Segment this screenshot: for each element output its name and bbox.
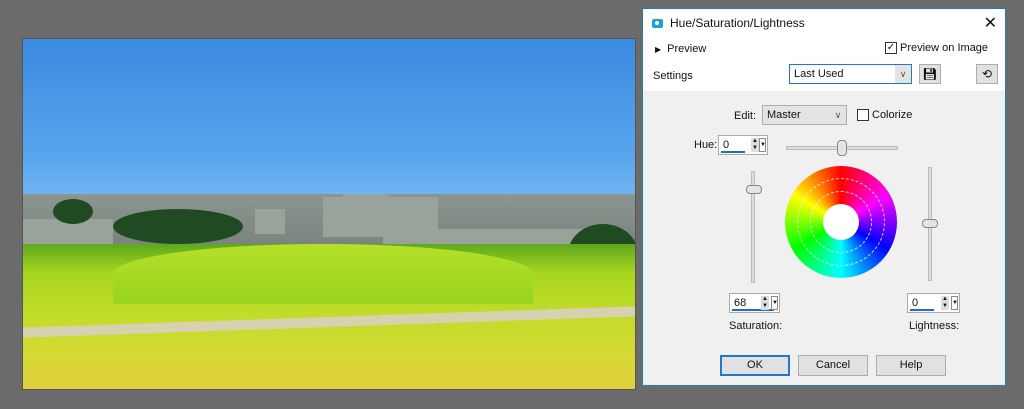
close-icon[interactable]: ✕ bbox=[984, 13, 997, 33]
dropdown-arrow-icon[interactable]: ▼ bbox=[759, 138, 766, 152]
preview-on-image-label: Preview on Image bbox=[900, 42, 989, 54]
hue-slider-thumb[interactable] bbox=[837, 140, 847, 156]
ok-button[interactable]: OK bbox=[720, 355, 790, 376]
lightness-value: 0 bbox=[912, 297, 919, 309]
dropdown-arrow-icon[interactable]: ▼ bbox=[771, 296, 778, 310]
colorize-label: Colorize bbox=[872, 109, 913, 121]
hsl-app-icon bbox=[652, 18, 663, 28]
checkbox-checked-icon: ✓ bbox=[885, 42, 897, 55]
trees bbox=[113, 209, 243, 244]
castle-top bbox=[343, 194, 388, 209]
hsl-dialog: Hue/Saturation/Lightness ✕ ▶ Preview ✓ Pre… bbox=[642, 8, 1006, 386]
settings-value: Last Used bbox=[794, 68, 844, 80]
hill bbox=[113, 244, 533, 304]
image-canvas bbox=[22, 38, 636, 390]
ruin-block bbox=[255, 209, 285, 234]
settings-dropdown[interactable]: Last Used ∨ bbox=[789, 64, 912, 84]
colorize-checkbox[interactable]: Colorize bbox=[857, 109, 913, 122]
cancel-button[interactable]: Cancel bbox=[798, 355, 868, 376]
spin-arrows-icon[interactable]: ▲ ▼ bbox=[751, 138, 759, 152]
saturation-slider-thumb[interactable] bbox=[746, 185, 762, 194]
dropdown-arrow-icon[interactable]: ▼ bbox=[951, 296, 958, 310]
hue-value: 0 bbox=[723, 139, 730, 151]
spin-arrows-icon[interactable]: ▲ ▼ bbox=[941, 296, 949, 310]
checkbox-icon bbox=[857, 109, 869, 122]
lightness-slider-thumb[interactable] bbox=[922, 219, 938, 228]
saturation-label: Saturation: bbox=[729, 320, 783, 332]
preview-toggle[interactable]: ▶ Preview bbox=[655, 43, 706, 55]
title-bar: Hue/Saturation/Lightness ✕ bbox=[643, 9, 1005, 37]
edit-label: Edit: bbox=[734, 110, 757, 122]
chevron-down-icon: ∨ bbox=[830, 106, 846, 124]
edit-value: Master bbox=[767, 109, 801, 121]
hue-color-wheel[interactable] bbox=[785, 166, 897, 278]
spin-arrows-icon[interactable]: ▲ ▼ bbox=[761, 296, 769, 310]
help-button[interactable]: Help bbox=[876, 355, 946, 376]
save-icon: 💾︎ bbox=[922, 67, 938, 81]
preview-on-image-checkbox[interactable]: ✓ Preview on Image bbox=[885, 42, 989, 55]
palm-tree bbox=[53, 199, 93, 224]
lightness-input[interactable]: 0 ▲ ▼ ▼ bbox=[907, 293, 960, 313]
saturation-value: 68 bbox=[734, 297, 747, 309]
saturation-input[interactable]: 68 ▲ ▼ ▼ bbox=[729, 293, 780, 313]
hue-input[interactable]: 0 ▲ ▼ ▼ bbox=[718, 135, 768, 155]
settings-label: Settings bbox=[653, 70, 693, 82]
preview-label: Preview bbox=[667, 43, 707, 55]
reset-button[interactable]: ⟲ bbox=[976, 64, 998, 84]
hue-label: Hue: bbox=[694, 139, 718, 151]
chevron-down-icon: ∨ bbox=[895, 65, 911, 83]
dialog-title: Hue/Saturation/Lightness bbox=[670, 16, 805, 30]
reset-icon: ⟲ bbox=[981, 67, 993, 81]
save-preset-button[interactable]: 💾︎ bbox=[919, 64, 941, 84]
lightness-label: Lightness: bbox=[909, 320, 960, 332]
edit-dropdown[interactable]: Master ∨ bbox=[762, 105, 847, 125]
expand-triangle-icon: ▶ bbox=[655, 45, 662, 54]
